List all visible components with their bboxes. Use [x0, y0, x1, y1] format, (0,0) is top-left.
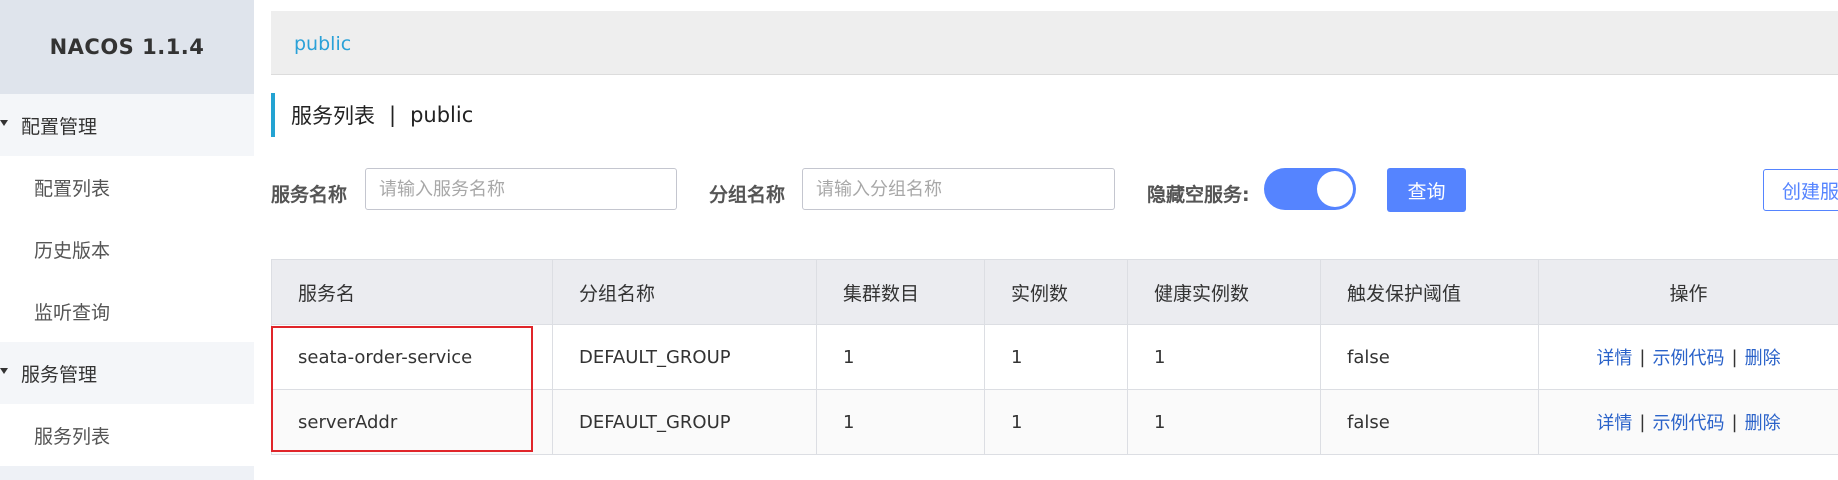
- menu-group-label: 服务管理: [21, 363, 98, 386]
- page-title-text: 服务列表: [291, 104, 375, 128]
- group-name-cell: DEFAULT_GROUP: [553, 390, 817, 454]
- delete-link[interactable]: 删除: [1745, 409, 1781, 435]
- menu-group-service: 服务管理: [0, 342, 254, 404]
- sample-code-link[interactable]: 示例代码: [1653, 409, 1725, 435]
- brand-logo: NACOS 1.1.4: [0, 0, 254, 94]
- caret-down-icon: [0, 368, 8, 374]
- action-separator: |: [1639, 346, 1646, 368]
- namespace-bar: public: [271, 11, 1838, 75]
- sidebar-item-history[interactable]: 历史版本: [0, 218, 254, 280]
- sidebar-item-label: 监听查询: [34, 301, 111, 324]
- sidebar: NACOS 1.1.4 配置管理 配置列表 历史版本 监听查询 服务管理 服务列…: [0, 0, 254, 480]
- detail-link[interactable]: 详情: [1596, 409, 1632, 435]
- detail-link[interactable]: 详情: [1596, 344, 1632, 370]
- group-name-input[interactable]: [802, 168, 1115, 210]
- column-header: 健康实例数: [1128, 260, 1321, 324]
- menu-group-service-header[interactable]: 服务管理: [0, 342, 254, 404]
- create-service-button[interactable]: 创建服务: [1763, 169, 1838, 211]
- sidebar-item-label: 服务列表: [34, 425, 111, 448]
- sidebar-item-listener-query[interactable]: 监听查询: [0, 280, 254, 342]
- group-name-cell: DEFAULT_GROUP: [553, 325, 817, 389]
- sidebar-item-label: 配置列表: [34, 177, 111, 200]
- service-table: 服务名 分组名称 集群数目 实例数 健康实例数 触发保护阈值 操作 seata-…: [271, 259, 1838, 455]
- toggle-knob: [1317, 171, 1353, 207]
- page-title-separator: |: [389, 103, 397, 127]
- column-header: 实例数: [985, 260, 1128, 324]
- service-name-cell: seata-order-service: [272, 325, 553, 389]
- hide-empty-toggle[interactable]: [1264, 168, 1356, 210]
- sidebar-item-config-list[interactable]: 配置列表: [0, 156, 254, 218]
- actions-cell: 详情 | 示例代码 | 删除: [1539, 325, 1838, 389]
- cluster-count-cell: 1: [817, 325, 985, 389]
- query-button[interactable]: 查询: [1387, 168, 1466, 212]
- sidebar-item-service-list[interactable]: 服务列表: [0, 404, 254, 466]
- action-separator: |: [1731, 411, 1738, 433]
- protect-threshold-cell: false: [1321, 390, 1539, 454]
- menu-group-config: 配置管理: [0, 94, 254, 156]
- action-separator: |: [1731, 346, 1738, 368]
- column-header: 操作: [1539, 260, 1838, 324]
- sample-code-link[interactable]: 示例代码: [1653, 344, 1725, 370]
- cluster-count-cell: 1: [817, 390, 985, 454]
- sidebar-item-label: 历史版本: [34, 239, 111, 262]
- service-name-cell: serverAddr: [272, 390, 553, 454]
- action-separator: |: [1639, 411, 1646, 433]
- table-row: seata-order-service DEFAULT_GROUP 1 1 1 …: [272, 325, 1838, 390]
- menu-group-config-header[interactable]: 配置管理: [0, 94, 254, 156]
- hide-empty-label: 隐藏空服务:: [1147, 184, 1250, 206]
- filter-row: 服务名称 分组名称 隐藏空服务: 查询 创建服务: [271, 168, 1838, 212]
- page-title-namespace: public: [410, 103, 474, 127]
- column-header: 服务名: [272, 260, 553, 324]
- column-header: 分组名称: [553, 260, 817, 324]
- instance-count-cell: 1: [985, 325, 1128, 389]
- caret-down-icon: [0, 120, 8, 126]
- protect-threshold-cell: false: [1321, 325, 1539, 389]
- main-content: public 服务列表 | public 服务名称 分组名称 隐藏空服务: 查询…: [271, 0, 1838, 480]
- healthy-count-cell: 1: [1128, 325, 1321, 389]
- table-row: serverAddr DEFAULT_GROUP 1 1 1 false 详情 …: [272, 390, 1838, 455]
- actions-cell: 详情 | 示例代码 | 删除: [1539, 390, 1838, 454]
- page-title: 服务列表 | public: [271, 93, 473, 137]
- column-header: 触发保护阈值: [1321, 260, 1539, 324]
- delete-link[interactable]: 删除: [1745, 344, 1781, 370]
- service-name-label: 服务名称: [271, 184, 348, 206]
- namespace-link-public[interactable]: public: [294, 33, 351, 55]
- instance-count-cell: 1: [985, 390, 1128, 454]
- column-header: 集群数目: [817, 260, 985, 324]
- service-name-input[interactable]: [365, 168, 677, 210]
- healthy-count-cell: 1: [1128, 390, 1321, 454]
- menu-group-label: 配置管理: [21, 115, 98, 138]
- table-header: 服务名 分组名称 集群数目 实例数 健康实例数 触发保护阈值 操作: [272, 260, 1838, 325]
- group-name-label: 分组名称: [709, 184, 786, 206]
